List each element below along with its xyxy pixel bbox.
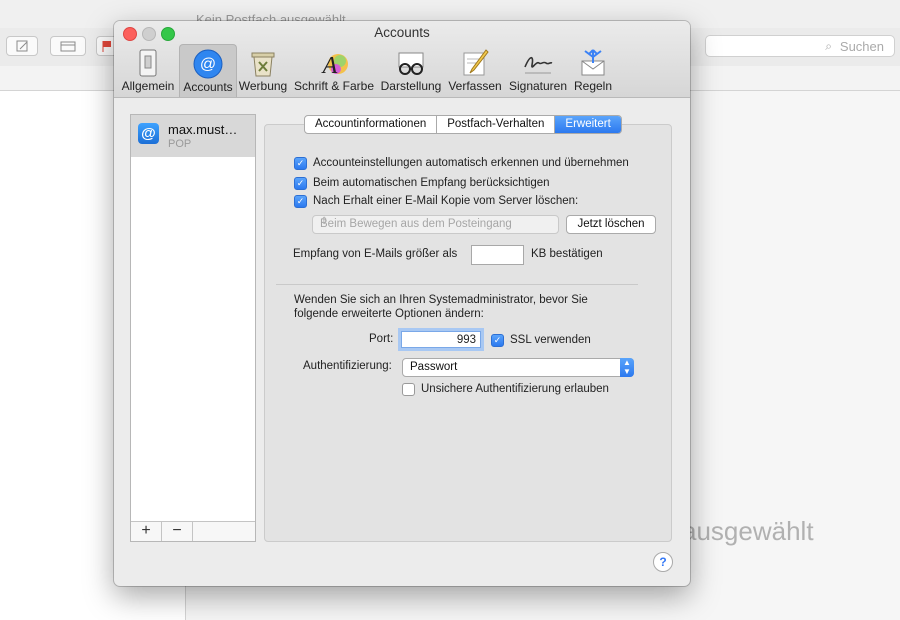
junk-mail-icon — [251, 52, 275, 77]
toolbar-label: Accounts — [183, 80, 233, 94]
port-input[interactable]: 993 — [401, 331, 481, 348]
toolbar-label: Werbung — [238, 79, 288, 93]
archive-icon — [60, 41, 76, 52]
confirm-size-input[interactable] — [471, 245, 524, 265]
updown-arrows-icon: ⇕ — [320, 216, 329, 227]
search-placeholder: Suchen — [839, 39, 884, 54]
toolbar-label: Darstellung — [380, 79, 442, 93]
compose-button-bg[interactable] — [6, 36, 38, 56]
updown-arrows-icon: ▲ ▼ — [620, 358, 634, 377]
auto-detect-label: Accounteinstellungen automatisch erkenne… — [313, 157, 629, 169]
toolbar-label: Allgemein — [121, 79, 175, 93]
accounts-preferences-window: Accounts Allgemein @ Accounts Werbung A … — [114, 21, 690, 586]
rules-icon — [581, 49, 605, 76]
account-row[interactable]: @ max.must… POP — [131, 115, 255, 157]
background-empty-message: ausgewählt — [682, 516, 814, 546]
switch-icon — [139, 49, 157, 77]
account-type: POP — [168, 138, 192, 150]
remove-account-button[interactable]: − — [162, 522, 193, 541]
toolbar-label: Regeln — [573, 79, 613, 93]
toolbar-label: Verfassen — [448, 79, 502, 93]
font-color-icon: A — [321, 53, 348, 79]
admin-note: Wenden Sie sich an Ihren Systemadministr… — [294, 294, 588, 320]
tab-erweitert[interactable]: Erweitert — [555, 116, 621, 133]
toolbar-label: Schrift & Farbe — [293, 79, 375, 93]
port-label: Port: — [369, 333, 394, 345]
confirm-size-prefix: Empfang von E-Mails größer als — [293, 248, 458, 260]
auto-detect-checkbox[interactable]: ✓ — [294, 156, 307, 170]
include-auto-fetch-setting[interactable]: ✓ Beim automatischen Empfang berücksicht… — [294, 175, 550, 191]
ssl-setting[interactable]: ✓ SSL verwenden — [491, 332, 591, 348]
delete-copy-setting[interactable]: ✓ Nach Erhalt einer E-Mail Kopie vom Ser… — [294, 193, 578, 209]
toolbar-item-regeln[interactable]: Regeln — [570, 44, 616, 96]
toolbar-item-allgemein[interactable]: Allgemein — [118, 44, 178, 96]
tab-postfach-verhalten[interactable]: Postfach-Verhalten — [437, 116, 556, 133]
section-divider — [276, 284, 638, 285]
delete-now-button[interactable]: Jetzt löschen — [566, 215, 656, 234]
toolbar-item-schrift-farbe[interactable]: A Schrift & Farbe — [292, 44, 376, 96]
insecure-auth-checkbox[interactable] — [402, 382, 415, 396]
toolbar-item-accounts[interactable]: @ Accounts — [179, 44, 237, 97]
auto-detect-setting[interactable]: ✓ Accounteinstellungen automatisch erken… — [294, 155, 629, 171]
svg-text:A: A — [321, 53, 338, 79]
auth-select[interactable]: Passwort ▲ ▼ — [402, 358, 634, 377]
account-list: @ max.must… POP + − — [130, 114, 256, 542]
at-icon: @ — [138, 123, 159, 144]
insecure-auth-setting[interactable]: Unsichere Authentifizierung erlauben — [402, 381, 609, 397]
account-list-controls: + − — [131, 521, 255, 541]
toolbar-label: Signaturen — [508, 79, 568, 93]
help-button[interactable]: ? — [653, 552, 673, 572]
toolbar-item-werbung[interactable]: Werbung — [236, 44, 290, 96]
compose-icon — [16, 40, 28, 52]
tab-bar: Accountinformationen Postfach-Verhalten … — [304, 115, 622, 134]
delete-when-popup: Beim Bewegen aus dem Posteingang ⇕ — [312, 215, 559, 234]
glasses-icon — [398, 52, 424, 75]
window-title: Accounts — [374, 25, 430, 40]
delete-copy-checkbox[interactable]: ✓ — [294, 194, 307, 208]
window-titlebar: Accounts Allgemein @ Accounts Werbung A … — [114, 21, 690, 98]
ssl-checkbox[interactable]: ✓ — [491, 333, 504, 347]
delete-copy-label: Nach Erhalt einer E-Mail Kopie vom Serve… — [313, 195, 579, 207]
svg-text:@: @ — [200, 56, 216, 73]
toolbar-item-signaturen[interactable]: Signaturen — [506, 44, 570, 96]
search-icon: ⌕ — [825, 39, 832, 53]
add-account-button[interactable]: + — [131, 522, 162, 541]
signature-icon — [524, 56, 553, 74]
confirm-size-suffix: KB bestätigen — [531, 248, 603, 260]
archive-button-bg[interactable] — [50, 36, 86, 56]
ssl-label: SSL verwenden — [510, 334, 591, 346]
include-auto-fetch-checkbox[interactable]: ✓ — [294, 176, 307, 190]
toolbar-item-darstellung[interactable]: Darstellung — [378, 44, 444, 96]
account-name: max.must… — [168, 122, 238, 137]
toolbar-item-verfassen[interactable]: Verfassen — [446, 44, 504, 96]
auth-label: Authentifizierung: — [303, 360, 392, 372]
tab-accountinformationen[interactable]: Accountinformationen — [305, 116, 438, 133]
insecure-auth-label: Unsichere Authentifizierung erlauben — [421, 383, 609, 395]
include-auto-fetch-label: Beim automatischen Empfang berücksichtig… — [313, 177, 550, 189]
auth-value: Passwort — [410, 361, 458, 373]
at-icon: @ — [193, 49, 223, 79]
search-field-bg[interactable]: ⌕ Suchen — [705, 35, 895, 57]
compose-icon — [463, 49, 489, 76]
